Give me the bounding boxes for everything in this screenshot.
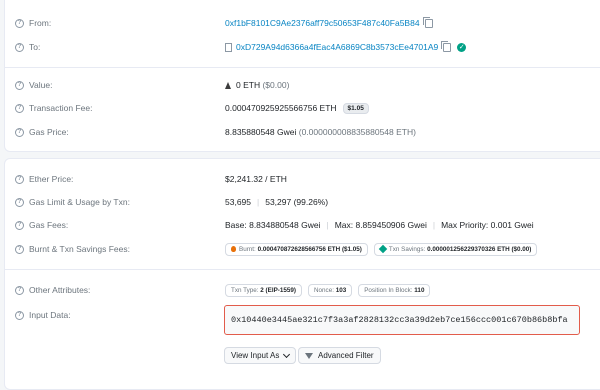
ethereum-icon (225, 81, 231, 89)
position-pill: Position In Block: 110 (358, 283, 431, 297)
savings-value: 0.000001256229370326 ETH ($0.00) (427, 245, 532, 253)
verified-check-icon: ✓ (457, 42, 467, 52)
fee-row: ? Transaction Fee: 0.000470925925566756 E… (5, 100, 600, 116)
txn-type-value: 2 (EIP-1559) (260, 286, 296, 294)
gas-price-row: ? Gas Price: 8.835880548 Gwei (0.00000000… (5, 124, 600, 140)
help-icon[interactable]: ? (15, 220, 24, 230)
value-amount: 0 ETH (236, 80, 261, 90)
savings-label: Txn Savings: (388, 245, 426, 253)
advanced-filter-button[interactable]: Advanced Filter (298, 347, 381, 364)
burnt-label: Burnt: (239, 245, 256, 253)
nonce-value: 103 (335, 286, 347, 294)
txn-type-label: Txn Type: (231, 286, 259, 294)
help-icon[interactable]: ? (15, 310, 24, 320)
ether-price-row: ? Ether Price: $2,241.32 / ETH (5, 171, 600, 187)
fire-icon (231, 246, 236, 252)
max-fee: Max: 8.859450906 Gwei (334, 220, 427, 230)
txn-type-pill: Txn Type: 2 (EIP-1559) (225, 283, 302, 297)
more-details-card: ? Ether Price: $2,241.32 / ETH ? Gas Limit… (4, 158, 600, 390)
ether-price-value: $2,241.32 / ETH (225, 174, 287, 184)
burnt-fees-label: Burnt & Txn Savings Fees: (29, 244, 130, 254)
help-icon[interactable]: ? (15, 197, 24, 207)
filter-icon (305, 352, 313, 359)
to-label: To: (29, 42, 41, 52)
gas-price-amount: 8.835880548 Gwei (225, 127, 297, 137)
view-input-as-button[interactable]: View Input As (224, 347, 297, 364)
advanced-filter-label: Advanced Filter (318, 351, 374, 360)
other-attributes-label: Other Attributes: (29, 285, 91, 295)
contract-icon (225, 42, 232, 52)
value-row: ? Value: 0 ETH ($0.00) (5, 77, 600, 93)
copy-icon[interactable] (441, 40, 452, 52)
other-attributes-row: ? Other Attributes: Txn Type: 2 (EIP-1559… (5, 282, 600, 298)
transaction-details-card: ? From: 0xf1bF8101C9Ae2376aff79c50653F487… (4, 0, 600, 152)
gas-limit-row: ? Gas Limit & Usage by Txn: 53,695 | 53,2… (5, 194, 600, 210)
from-address-link[interactable]: 0xf1bF8101C9Ae2376aff79c50653F487c40Fa5B… (225, 18, 420, 28)
help-icon[interactable]: ? (15, 80, 24, 90)
gas-fees-row: ? Gas Fees: Base: 8.834880548 Gwei | Max:… (5, 217, 600, 233)
chevron-down-icon (283, 350, 291, 358)
fee-label: Transaction Fee: (29, 103, 93, 113)
ether-price-label: Ether Price: (29, 174, 74, 184)
help-icon[interactable]: ? (15, 244, 24, 254)
copy-icon[interactable] (422, 16, 433, 28)
help-icon[interactable]: ? (15, 127, 24, 137)
savings-icon (378, 244, 388, 254)
gas-usage-value: 53,297 (99.26%) (265, 197, 329, 207)
value-usd: ($0.00) (262, 80, 290, 90)
divider (5, 269, 600, 270)
gas-price-label: Gas Price: (29, 127, 69, 137)
gas-price-eth: (0.000000008835880548 ETH) (298, 127, 416, 137)
gas-fees-label: Gas Fees: (29, 220, 69, 230)
gas-limit-label: Gas Limit & Usage by Txn: (29, 197, 130, 207)
input-data-label: Input Data: (29, 310, 71, 320)
nonce-pill: Nonce: 103 (308, 283, 353, 297)
help-icon[interactable]: ? (15, 18, 24, 28)
position-label: Position In Block: (364, 286, 413, 294)
help-icon[interactable]: ? (15, 174, 24, 184)
divider (5, 67, 600, 68)
from-label: From: (29, 18, 52, 28)
input-data-field[interactable]: 0x10440e3445ae321c7f3a3af2828132cc3a39d2… (224, 305, 580, 335)
to-address-link[interactable]: 0xD729A94d6366a4fEac4A6869C8b3573cEe4701… (236, 42, 438, 52)
burnt-pill: Burnt: 0.000470872628566756 ETH ($1.05) (225, 242, 368, 256)
value-label: Value: (29, 80, 53, 90)
to-row: ? To: 0xD729A94d6366a4fEac4A6869C8b3573cE… (5, 39, 600, 55)
burnt-fees-row: ? Burnt & Txn Savings Fees: Burnt: 0.0004… (5, 241, 600, 257)
savings-pill: Txn Savings: 0.000001256229370326 ETH ($… (373, 242, 538, 256)
help-icon[interactable]: ? (15, 285, 24, 295)
nonce-label: Nonce: (314, 286, 334, 294)
gas-limit-value: 53,695 (225, 197, 251, 207)
burnt-value: 0.000470872628566756 ETH ($1.05) (257, 245, 362, 253)
fee-usd-badge: $1.05 (342, 102, 369, 114)
view-input-as-label: View Input As (231, 351, 280, 360)
fee-amount: 0.000470925925566756 ETH (225, 103, 337, 113)
base-fee: Base: 8.834880548 Gwei (225, 220, 321, 230)
help-icon[interactable]: ? (15, 42, 24, 52)
help-icon[interactable]: ? (15, 103, 24, 113)
max-priority-fee: Max Priority: 0.001 Gwei (441, 220, 534, 230)
from-row: ? From: 0xf1bF8101C9Ae2376aff79c50653F487… (5, 15, 600, 31)
position-value: 110 (414, 286, 425, 294)
